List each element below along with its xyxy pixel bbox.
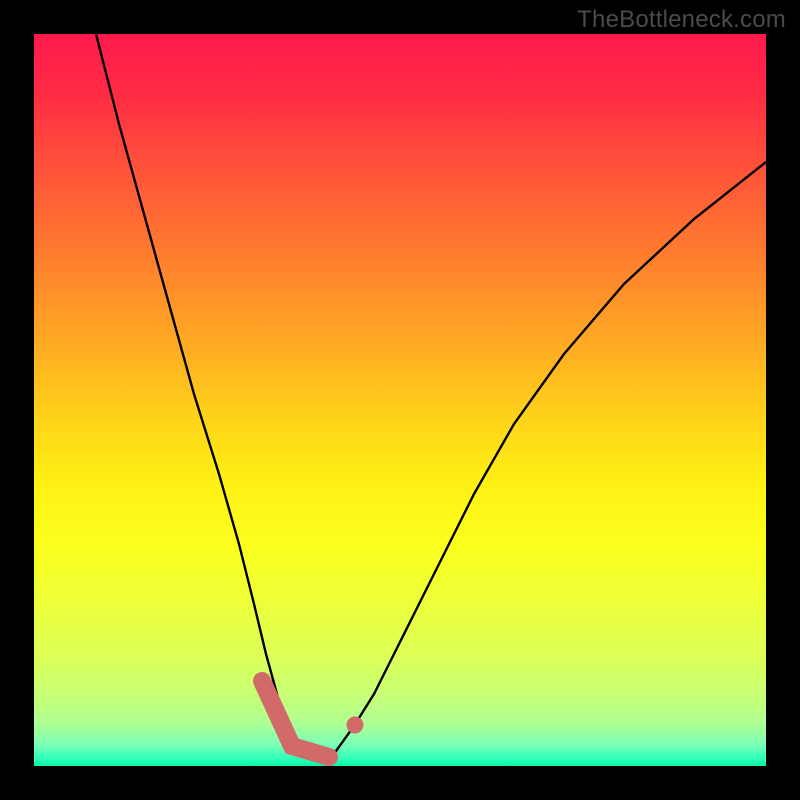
curve-layer [34, 34, 766, 766]
chart-frame: TheBottleneck.com [0, 0, 800, 800]
plot-area [34, 34, 766, 766]
bottleneck-curve [96, 34, 766, 758]
marker-segment [262, 681, 329, 757]
marker-dot [347, 717, 364, 734]
watermark-text: TheBottleneck.com [577, 6, 786, 34]
